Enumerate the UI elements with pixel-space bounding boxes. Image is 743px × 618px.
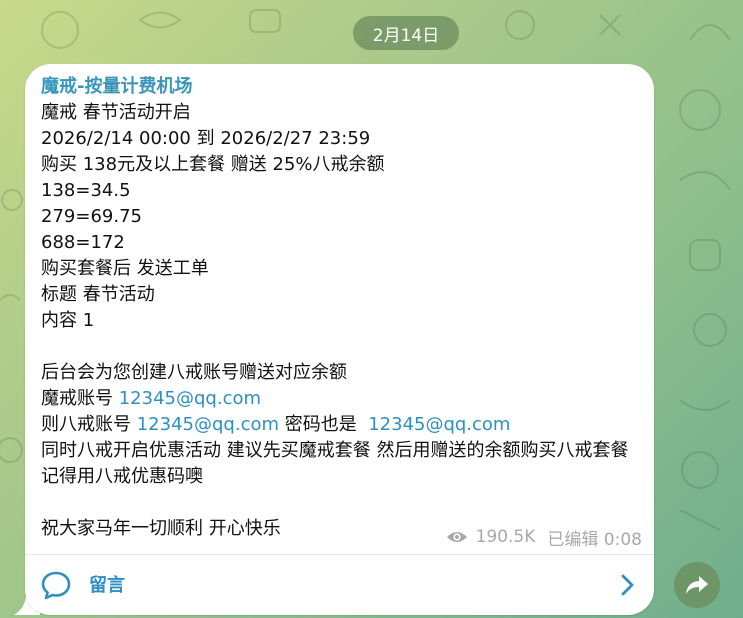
message-body: 魔戒-按量计费机场 魔戒 春节活动开启 2026/2/14 00:00 到 20… [41, 74, 643, 542]
email-link[interactable]: 12345@qq.com [119, 388, 261, 409]
comment-bubble-icon [41, 571, 71, 600]
message-line: 138=34.5 [41, 180, 131, 201]
channel-name[interactable]: 魔戒-按量计费机场 [41, 74, 643, 100]
message-line: 标题 春节活动 [41, 284, 155, 305]
message-line: 2026/2/14 00:00 到 2026/2/27 23:59 [41, 128, 371, 149]
email-link[interactable]: 12345@qq.com [368, 414, 510, 435]
date-separator: 2月14日 [353, 16, 459, 50]
message-meta: 190.5K 已编辑 0:08 [446, 524, 642, 550]
message-line: 后台会为您创建八戒账号赠送对应余额 [41, 362, 347, 383]
message-line: 279=69.75 [41, 206, 142, 227]
eye-icon [446, 532, 467, 542]
message-line: 魔戒 春节活动开启 [41, 102, 191, 123]
comment-button[interactable]: 留言 [25, 555, 654, 615]
message-line: 购买套餐后 发送工单 [41, 258, 209, 279]
date-label: 2月14日 [372, 25, 440, 46]
view-count: 190.5K [475, 527, 536, 547]
bajie-account-line: 则八戒账号 12345@qq.com 密码也是 12345@qq.com [41, 412, 643, 438]
edited-time: 已编辑 0:08 [547, 529, 642, 550]
bajie-prefix: 则八戒账号 [41, 414, 137, 435]
message-line: 688=172 [41, 232, 125, 253]
forward-button[interactable] [674, 562, 720, 608]
message-line: 内容 1 [41, 310, 95, 331]
promo-line: 同时八戒开启优惠活动 建议先买魔戒套餐 然后用赠送的余额购买八戒套餐 记得用八戒… [41, 440, 635, 487]
message-line: 购买 138元及以上套餐 赠送 25%八戒余额 [41, 154, 385, 175]
chevron-right-icon [621, 574, 634, 596]
password-text: 密码也是 [279, 414, 369, 435]
email-link[interactable]: 12345@qq.com [137, 414, 279, 435]
comment-label: 留言 [89, 575, 125, 596]
account-line: 魔戒账号 12345@qq.com [41, 386, 643, 412]
forward-share-icon [686, 576, 708, 594]
account-prefix: 魔戒账号 [41, 388, 119, 409]
